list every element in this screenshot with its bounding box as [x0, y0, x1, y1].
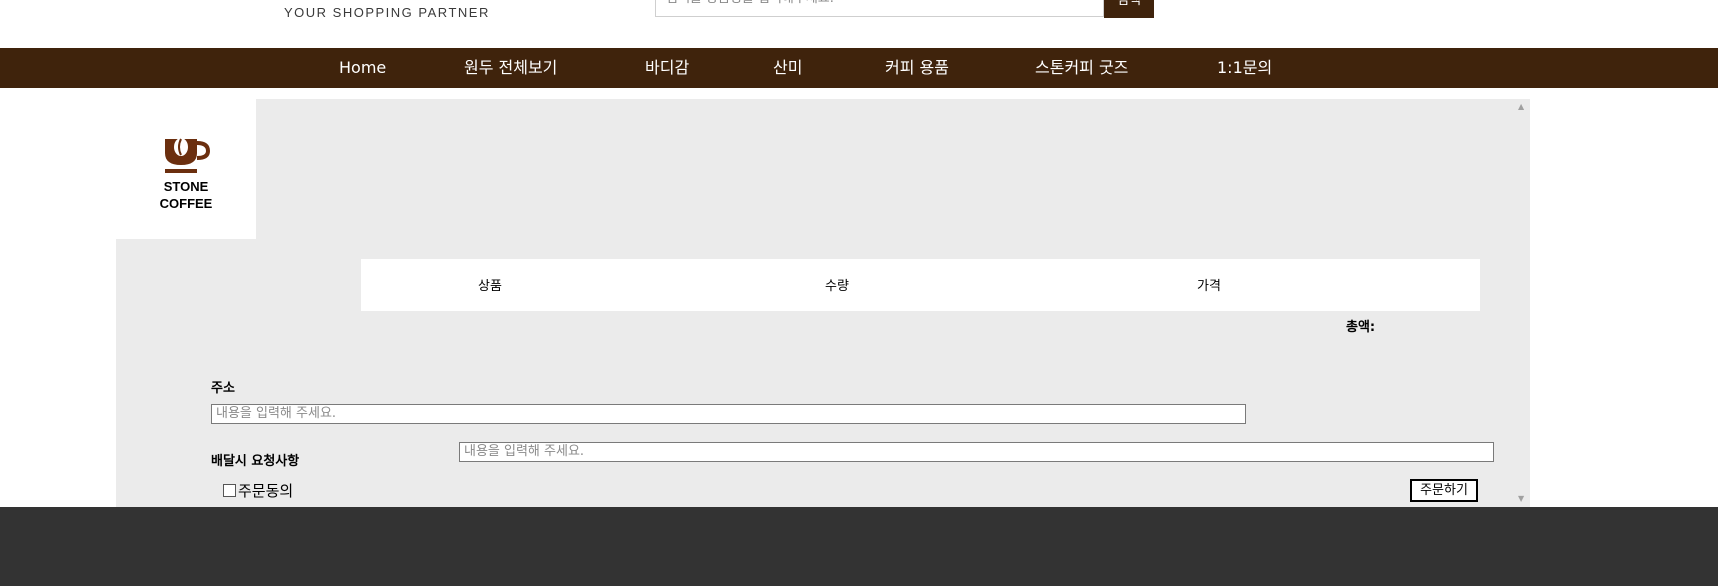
- address-field[interactable]: 내용을 입력해 주세요.: [211, 404, 1246, 424]
- scroll-down-icon[interactable]: ▼: [1518, 494, 1524, 503]
- agree-checkbox[interactable]: [223, 484, 236, 497]
- nav-all-beans[interactable]: 원두 전체보기: [464, 48, 557, 88]
- footer: [0, 507, 1718, 586]
- delivery-request-field[interactable]: 내용을 입력해 주세요.: [459, 442, 1494, 462]
- nav-coffee-supplies[interactable]: 커피 용품: [885, 48, 949, 88]
- search-button[interactable]: 검색: [1104, 0, 1154, 18]
- site-tagline: YOUR SHOPPING PARTNER: [284, 5, 490, 20]
- coffee-cup-icon: [165, 138, 210, 173]
- order-agree[interactable]: 주문동의: [223, 480, 293, 501]
- logo[interactable]: STONE COFFEE: [116, 99, 256, 239]
- total-label: 총액:: [1346, 320, 1376, 335]
- nav-inquiry[interactable]: 1:1문의: [1217, 48, 1272, 88]
- nav-acidity[interactable]: 산미: [773, 48, 802, 88]
- search-input[interactable]: 검색을 상품명을 입력해주세요.: [655, 0, 1104, 17]
- column-product: 상품: [478, 279, 502, 294]
- cart-table-header: 상품 수량 가격: [361, 259, 1480, 311]
- agree-label: 주문동의: [238, 482, 294, 500]
- column-quantity: 수량: [825, 279, 849, 294]
- nav-body[interactable]: 바디감: [645, 48, 689, 88]
- column-price: 가격: [1197, 279, 1221, 294]
- frame-scrollbar[interactable]: ▲ ▼: [1514, 99, 1530, 507]
- scroll-up-icon[interactable]: ▲: [1518, 102, 1524, 111]
- logo-text-line1: STONE: [163, 179, 209, 194]
- order-button[interactable]: 주문하기: [1410, 479, 1478, 502]
- delivery-request-label: 배달시 요청사항: [211, 454, 300, 469]
- nav-home[interactable]: Home: [339, 48, 386, 88]
- order-frame: STONE COFFEE 상품 수량 가격 총액: 주소 내용을 입력해 주세요…: [116, 99, 1530, 507]
- nav-goods[interactable]: 스톤커피 굿즈: [1035, 48, 1128, 88]
- address-label: 주소: [211, 381, 235, 396]
- logo-text-line2: COFFEE: [159, 196, 213, 211]
- main-nav: Home 원두 전체보기 바디감 산미 커피 용품 스톤커피 굿즈 1:1문의: [0, 48, 1718, 88]
